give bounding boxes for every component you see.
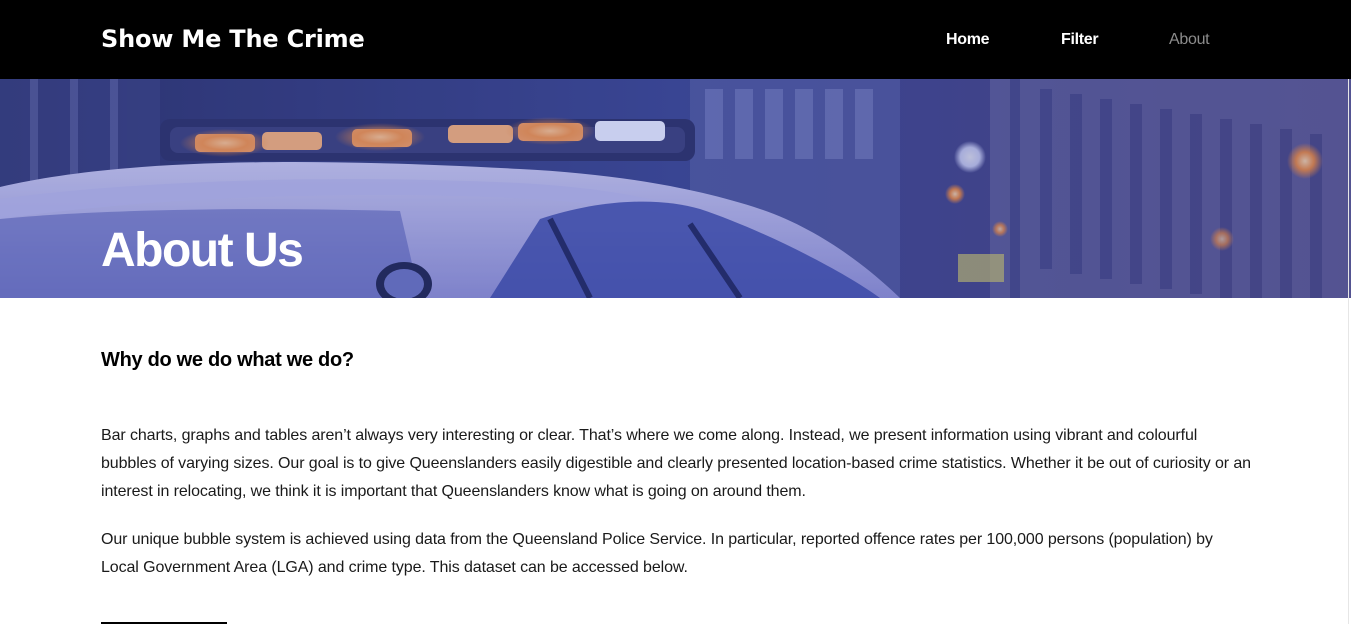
section-heading: Why do we do what we do?	[101, 349, 354, 371]
nav-link-about[interactable]: About	[1169, 30, 1210, 50]
data-source-paragraph: Our unique bubble system is achieved usi…	[101, 531, 1213, 576]
page-scroll-edge	[1348, 79, 1349, 624]
nav-link-home[interactable]: Home	[946, 30, 990, 50]
top-navbar: Show Me The Crime Home Filter About	[0, 0, 1351, 79]
site-brand-link[interactable]: Show Me The Crime	[101, 24, 365, 54]
intro-paragraph: Bar charts, graphs and tables aren’t alw…	[101, 427, 1251, 500]
hero-banner: About Us	[0, 79, 1351, 298]
page-title: About Us	[101, 224, 304, 277]
nav-link-filter[interactable]: Filter	[1061, 30, 1099, 50]
